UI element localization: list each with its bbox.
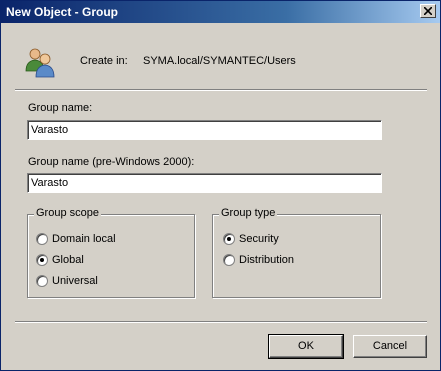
close-icon	[424, 7, 432, 15]
new-object-group-dialog: New Object - Group Create in: SYMA.local…	[0, 0, 441, 371]
ok-button[interactable]: OK	[268, 334, 344, 359]
radio-button[interactable]	[223, 254, 235, 266]
radio-button[interactable]	[36, 275, 48, 287]
radio-universal[interactable]: Universal	[36, 275, 176, 289]
group-name-pre2000-label: Group name (pre-Windows 2000):	[28, 156, 195, 168]
create-in-label: Create in:	[80, 55, 128, 67]
group-name-label: Group name:	[28, 102, 93, 114]
group-name-input[interactable]: Varasto	[27, 120, 382, 140]
cancel-button[interactable]: Cancel	[353, 335, 427, 358]
group-scope-title: Group scope	[34, 207, 101, 219]
close-button[interactable]	[420, 4, 436, 18]
radio-label: Distribution	[239, 254, 295, 266]
radio-button[interactable]	[36, 254, 48, 266]
group-name-pre2000-input[interactable]: Varasto	[27, 173, 382, 193]
group-scope-box: Group scope Domain local Global Universa…	[27, 207, 195, 298]
separator-bottom	[15, 321, 427, 323]
radio-label: Domain local	[52, 233, 116, 245]
radio-label: Security	[239, 233, 279, 245]
group-type-box: Group type Security Distribution	[212, 207, 381, 298]
radio-security[interactable]: Security	[223, 233, 363, 247]
radio-distribution[interactable]: Distribution	[223, 254, 363, 268]
radio-label: Universal	[52, 275, 98, 287]
separator-top	[15, 89, 427, 91]
radio-label: Global	[52, 254, 84, 266]
radio-button[interactable]	[36, 233, 48, 245]
group-type-title: Group type	[219, 207, 278, 219]
radio-global[interactable]: Global	[36, 254, 176, 268]
title-bar[interactable]: New Object - Group	[1, 1, 440, 23]
radio-domain-local[interactable]: Domain local	[36, 233, 176, 247]
window-title: New Object - Group	[6, 5, 119, 19]
create-in-path: SYMA.local/SYMANTEC/Users	[143, 55, 296, 67]
group-users-icon	[23, 45, 57, 79]
radio-button[interactable]	[223, 233, 235, 245]
